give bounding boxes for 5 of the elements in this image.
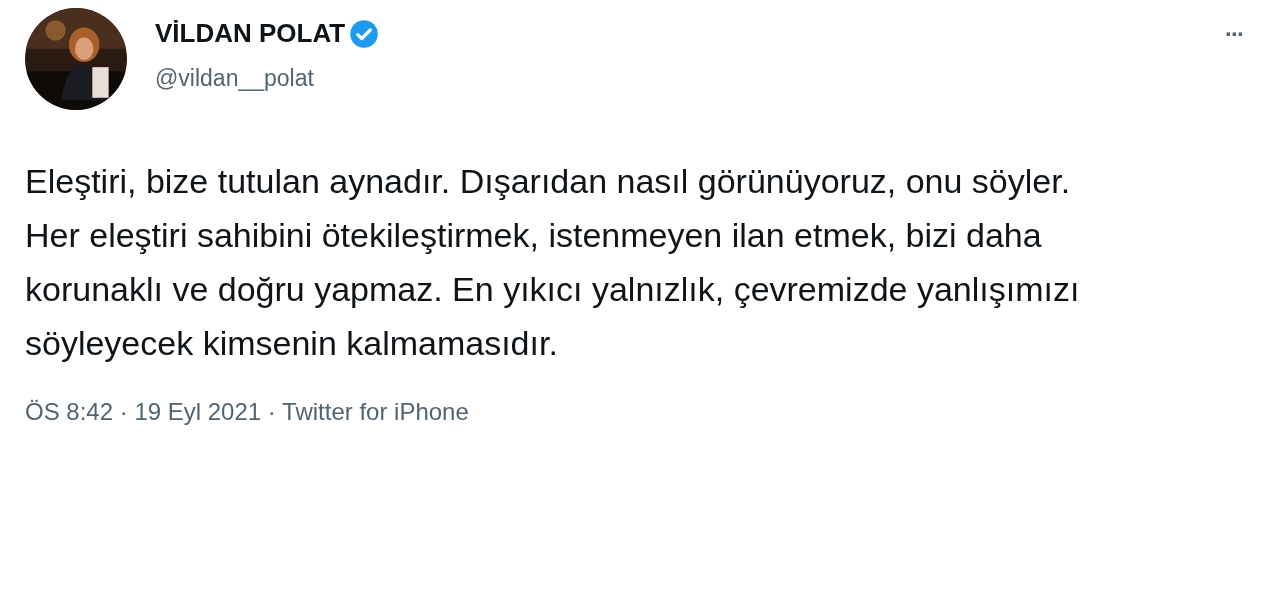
- tweet-text: Eleştiri, bize tutulan aynadır. Dışarıdan nasıl görünüyoruz, onu söyler. Her eleştiri sahibini ötekileştirmek, istenmeyen ilan etmek, bizi daha korunaklı ve doğru yapmaz. En yıkıcı yalnızlık, çevremizde yanlışımızı söyleyecek kimsenin kalmamasıdır.: [25, 161, 1081, 364]
- more-button[interactable]: ···: [1225, 20, 1243, 48]
- author-name: VİLDAN POLAT: [155, 18, 346, 49]
- tweet-meta: ÖS 8:42 · 19 Eyl 2021 · Twitter for iPhone: [25, 398, 470, 426]
- author-handle: @vildan__polat: [155, 65, 315, 92]
